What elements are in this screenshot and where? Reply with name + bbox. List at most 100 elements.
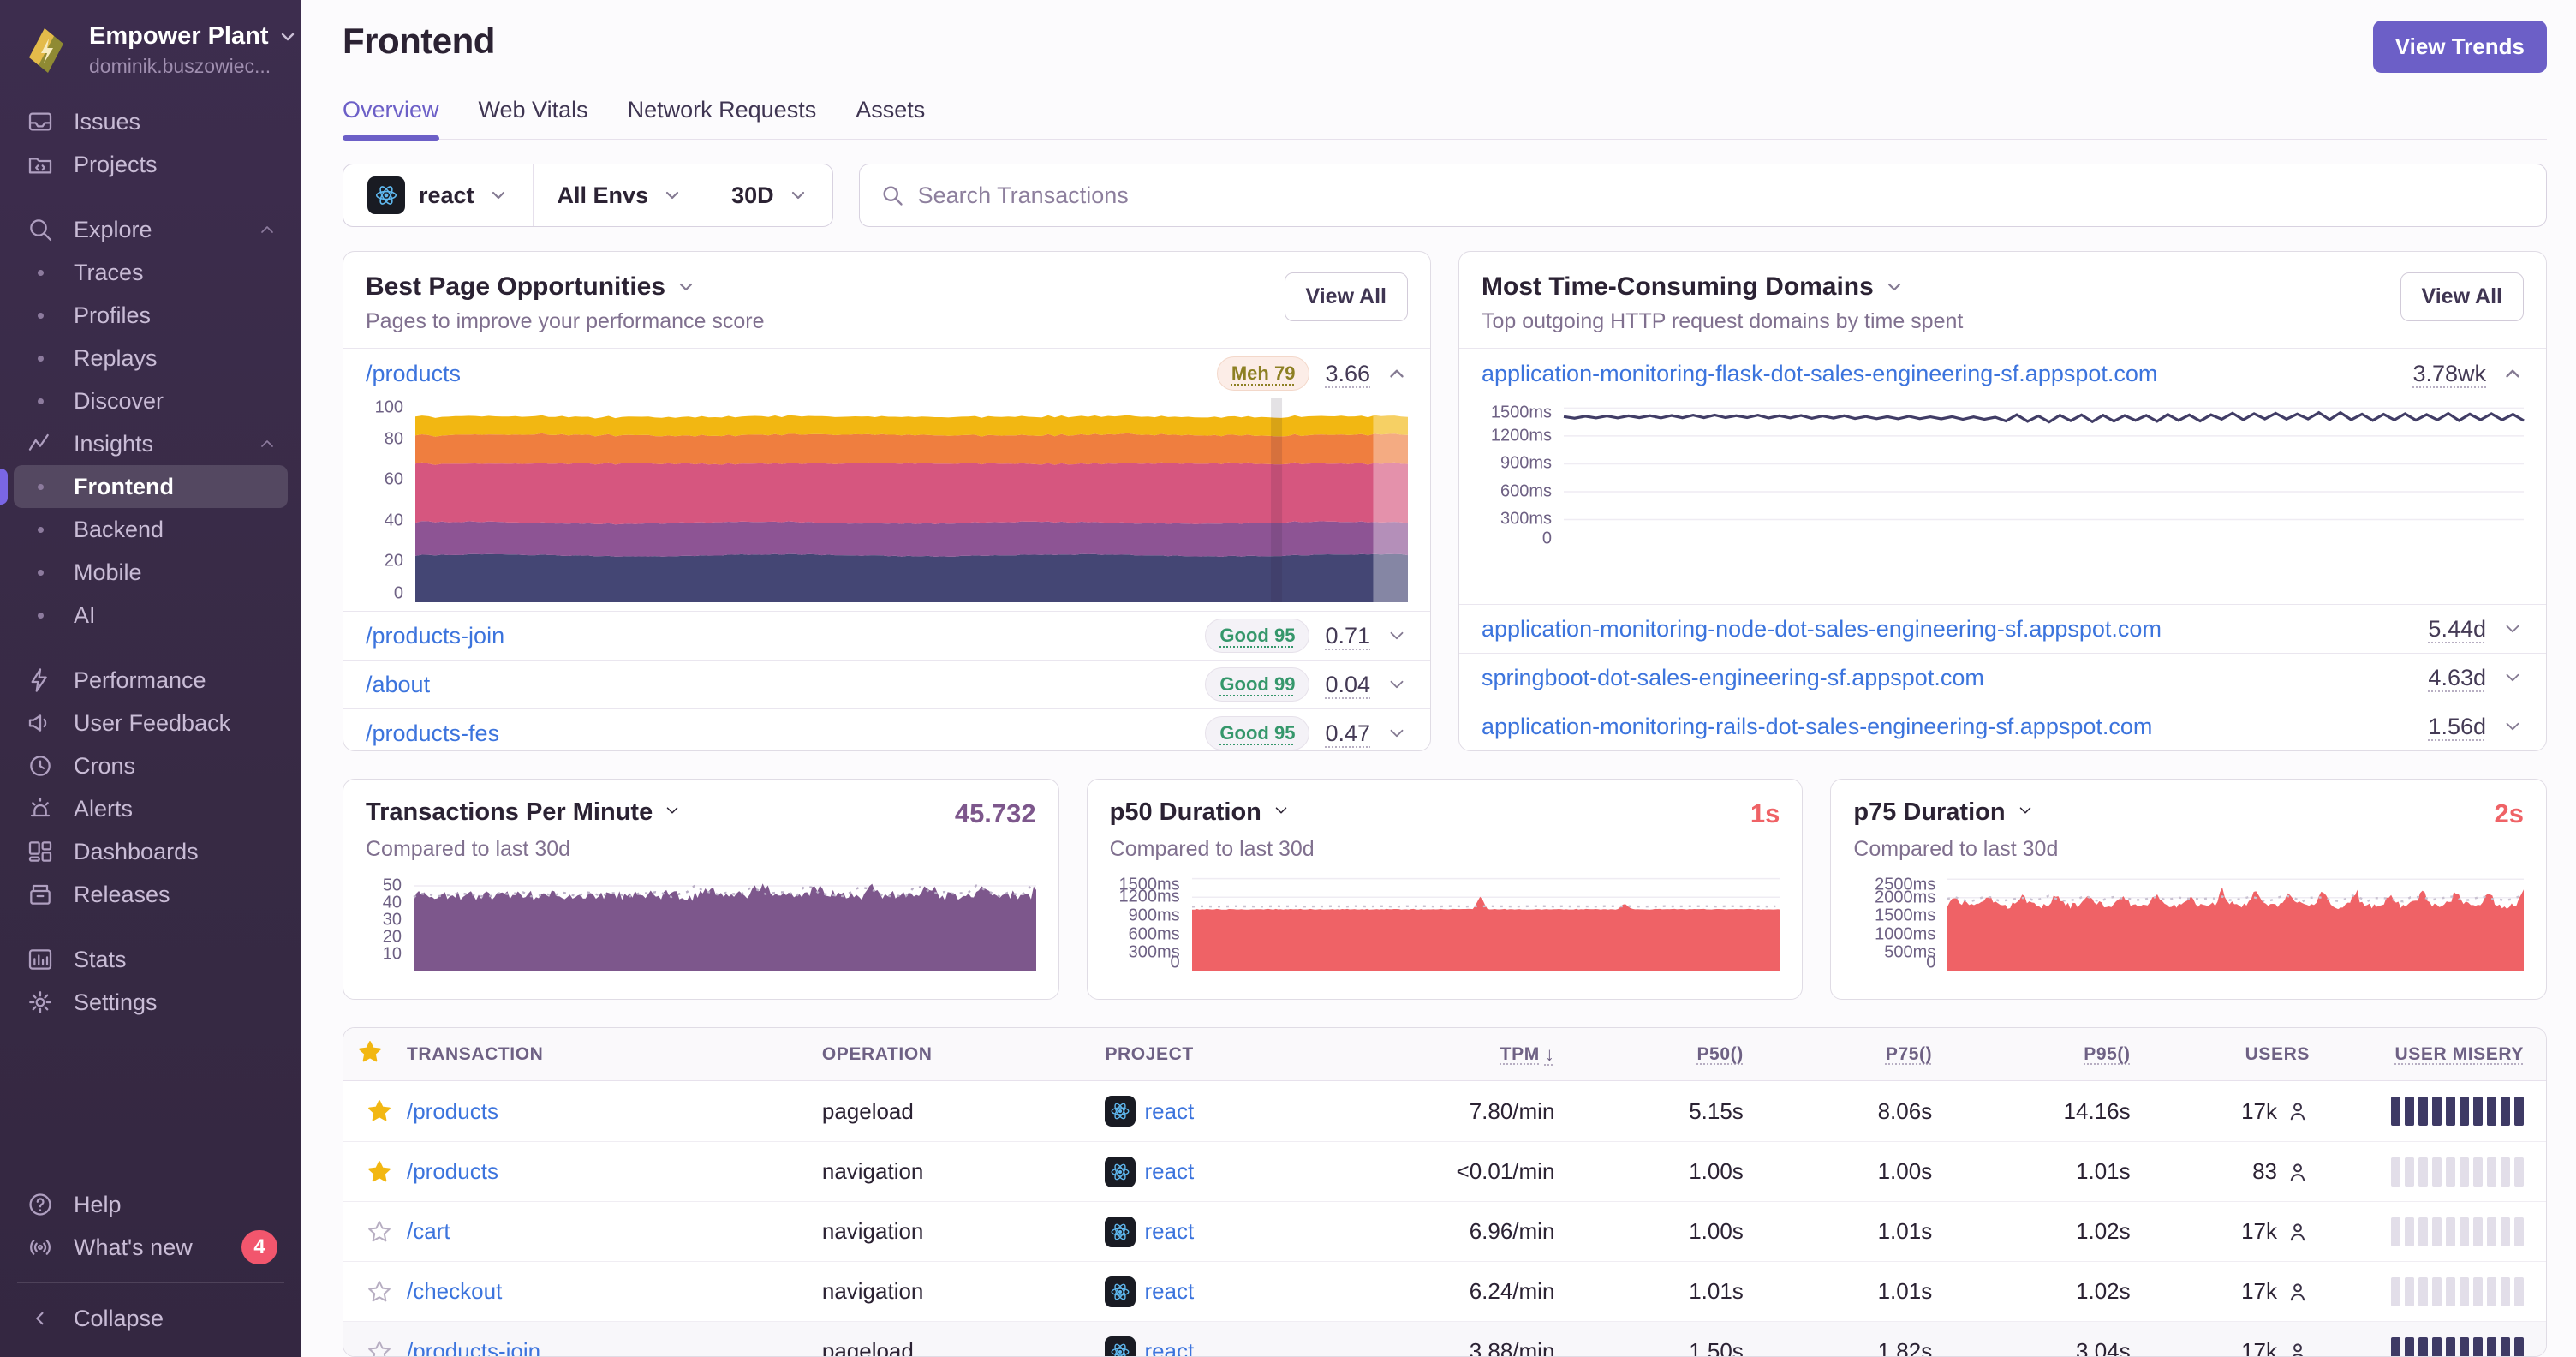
sidebar-item-profiles[interactable]: Profiles [14,294,288,337]
transaction-link[interactable]: /checkout [407,1278,502,1305]
chevron-down-icon[interactable] [2501,715,2524,738]
domain-link[interactable]: springboot-dot-sales-engineering-sf.apps… [1482,665,2412,691]
metric-title[interactable]: Transactions Per Minute [366,798,682,827]
project-link[interactable]: react [1144,1338,1194,1356]
environment-filter[interactable]: All Envs [532,164,707,226]
sidebar-item-discover[interactable]: Discover [14,380,288,422]
p75-cell: 8.06s [1877,1097,1933,1124]
p50-cell: 1.00s [1689,1218,1744,1244]
metric-value: 1s [1750,798,1780,828]
column-header-operation[interactable]: OPERATION [822,1044,1106,1065]
column-header-users[interactable]: USERS [2153,1044,2332,1065]
page-link[interactable]: /products-join [366,623,1190,649]
value[interactable]: 0.04 [1325,672,1370,698]
view-trends-button[interactable]: View Trends [2372,21,2547,73]
transaction-link[interactable]: /products [407,1158,498,1185]
sidebar-item-dashboards[interactable]: Dashboards [14,830,288,873]
sidebar-item-issues[interactable]: Issues [14,100,288,143]
column-header-tpm[interactable]: TPM ↓ [1360,1043,1577,1066]
star-toggle[interactable] [343,1098,407,1124]
column-header-transaction[interactable]: TRANSACTION [407,1044,822,1065]
chevron-down-icon[interactable] [1386,722,1408,744]
project-link[interactable]: react [1144,1158,1194,1185]
sidebar-item-whats-new[interactable]: What's new 4 [14,1226,288,1269]
sidebar-item-releases[interactable]: Releases [14,873,288,916]
transaction-link[interactable]: /products [407,1098,498,1125]
page-link[interactable]: /about [366,672,1190,698]
star-toggle[interactable] [343,1279,407,1305]
score-badge[interactable]: Good 95 [1205,716,1310,750]
star-toggle[interactable] [343,1219,407,1245]
tab-web-vitals[interactable]: Web Vitals [479,97,588,139]
sidebar-item-user-feedback[interactable]: User Feedback [14,702,288,744]
search-box [858,164,2547,227]
sidebar-item-ai[interactable]: AI [14,594,288,637]
org-switcher[interactable]: Empower Plant dominik.buszowiec... [0,0,301,95]
domains-title[interactable]: Most Time-Consuming Domains [1482,272,1963,302]
sidebar-item-crons[interactable]: Crons [14,744,288,787]
domains-view-all-button[interactable]: View All [2400,272,2524,321]
sidebar-item-traces[interactable]: Traces [14,251,288,294]
collapse-button[interactable]: Collapse [14,1297,288,1340]
value[interactable]: 0.71 [1325,623,1370,649]
column-header-user-misery[interactable]: USER MISERY [2332,1044,2546,1065]
sidebar-item-alerts[interactable]: Alerts [14,787,288,830]
star-toggle[interactable] [343,1339,407,1356]
date-range-filter[interactable]: 30D [707,164,832,226]
list-item: application-monitoring-node-dot-sales-en… [1459,604,2546,653]
sidebar-item-replays[interactable]: Replays [14,337,288,380]
page-link[interactable]: /products-fes [366,720,1190,747]
value[interactable]: 0.47 [1325,720,1370,747]
value[interactable]: 5.44d [2428,616,2486,643]
tab-assets[interactable]: Assets [856,97,925,139]
column-header-project[interactable]: PROJECT [1105,1044,1360,1065]
domain-time-value[interactable]: 3.78wk [2412,361,2486,387]
chevron-up-icon[interactable] [1386,362,1408,385]
project-filter[interactable]: react [343,164,533,226]
metric-title[interactable]: p75 Duration [1853,798,2034,827]
chevron-down-icon[interactable] [2501,667,2524,689]
sidebar-item-backend[interactable]: Backend [14,508,288,551]
sidebar-item-performance[interactable]: Performance [14,659,288,702]
sidebar-item-mobile[interactable]: Mobile [14,551,288,594]
project-cell: react [1105,1276,1360,1307]
score-badge[interactable]: Meh 79 [1216,356,1310,391]
column-header-p75-[interactable]: P75() [1766,1044,1954,1065]
sidebar-item-explore[interactable]: Explore [14,208,288,251]
column-header-p95-[interactable]: P95() [1954,1044,2152,1065]
star-toggle[interactable] [343,1159,407,1185]
tab-network-requests[interactable]: Network Requests [628,97,817,139]
tab-overview[interactable]: Overview [343,97,439,141]
opportunity-value[interactable]: 3.66 [1325,361,1370,387]
p50-cell: 1.00s [1689,1158,1744,1184]
domain-link[interactable]: application-monitoring-node-dot-sales-en… [1482,616,2412,643]
domain-link[interactable]: application-monitoring-rails-dot-sales-e… [1482,714,2412,740]
score-badge[interactable]: Good 95 [1205,619,1310,653]
project-link[interactable]: react [1144,1098,1194,1125]
sidebar-item-stats[interactable]: Stats [14,938,288,981]
transaction-link[interactable]: /products-join [407,1338,540,1356]
best-pages-title[interactable]: Best Page Opportunities [366,272,765,302]
sidebar-item-projects[interactable]: Projects [14,143,288,186]
page-link[interactable]: /products [366,361,1202,387]
sidebar-item-insights[interactable]: Insights [14,422,288,465]
sidebar-item-help[interactable]: Help [14,1183,288,1226]
search-input[interactable] [917,182,2525,209]
domain-link[interactable]: application-monitoring-flask-dot-sales-e… [1482,361,2397,387]
value[interactable]: 1.56d [2428,714,2486,740]
chevron-up-icon[interactable] [2501,362,2524,385]
chevron-down-icon[interactable] [1386,625,1408,647]
sidebar-item-settings[interactable]: Settings [14,981,288,1024]
transaction-link[interactable]: /cart [407,1218,450,1245]
list-item: /about Good 99 0.04 [343,660,1430,708]
sidebar-item-frontend[interactable]: Frontend [0,465,288,508]
metric-title[interactable]: p50 Duration [1110,798,1291,827]
column-header-p50-[interactable]: P50() [1577,1044,1765,1065]
chevron-down-icon[interactable] [2501,618,2524,640]
chevron-down-icon[interactable] [1386,673,1408,696]
score-badge[interactable]: Good 99 [1205,667,1310,702]
value[interactable]: 4.63d [2428,665,2486,691]
best-pages-view-all-button[interactable]: View All [1284,272,1408,321]
project-link[interactable]: react [1144,1218,1194,1245]
project-link[interactable]: react [1144,1278,1194,1305]
